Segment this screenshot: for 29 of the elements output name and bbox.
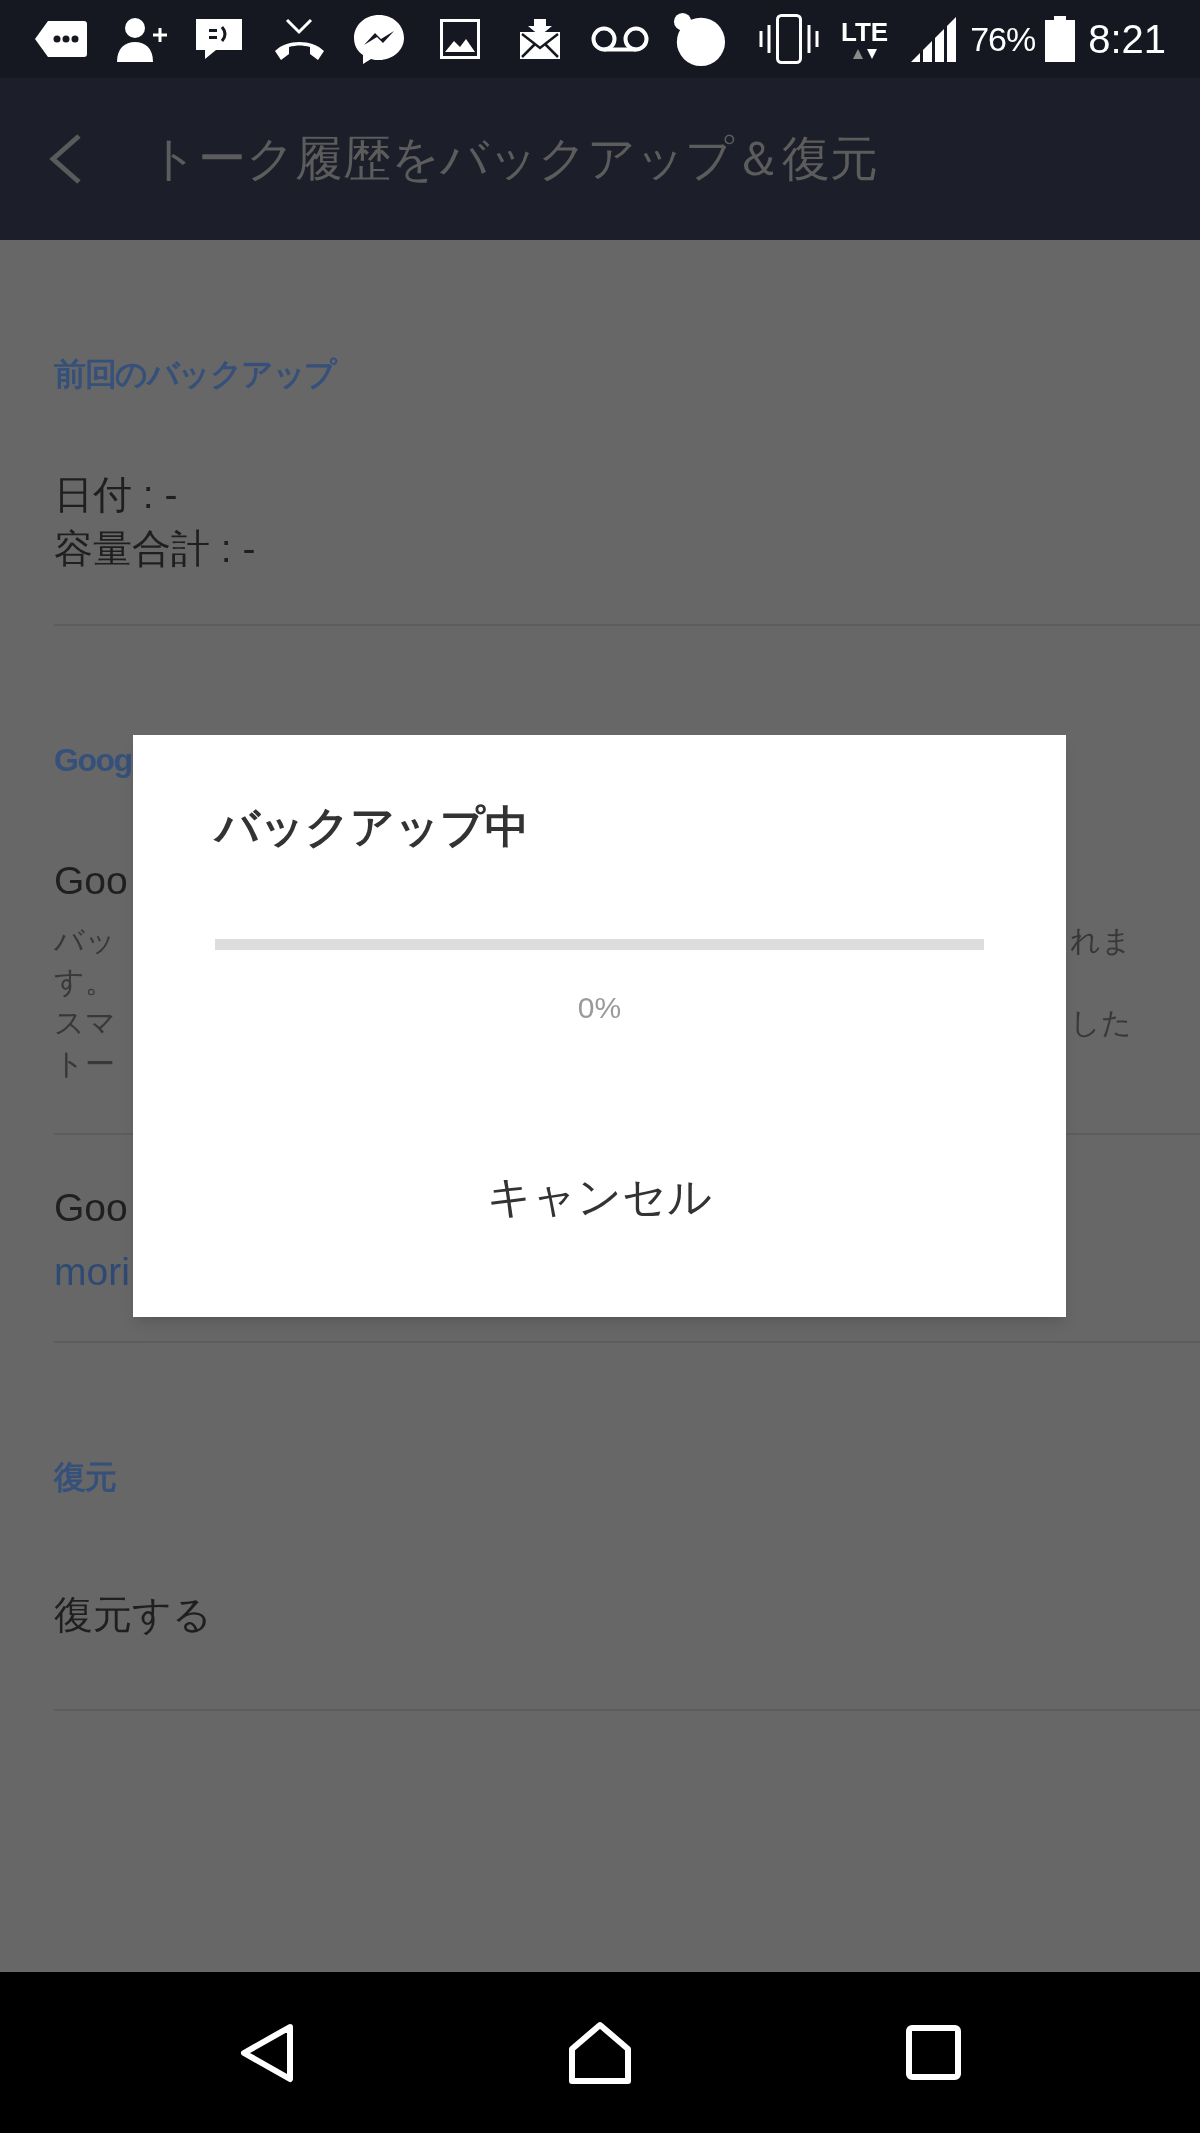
account-name: mori — [54, 1250, 130, 1293]
row-title[interactable]: Goo — [54, 1186, 128, 1229]
mail-icon — [519, 18, 561, 60]
person-add-icon — [115, 16, 168, 62]
progress-reading: 0% — [577, 990, 622, 1026]
row-title[interactable]: Goo — [54, 859, 128, 902]
voicemail-icon — [591, 25, 649, 53]
data-arrows-icon — [850, 47, 879, 60]
circle-badge-icon — [672, 12, 726, 66]
battery-percent: 76% — [970, 22, 1036, 56]
home-icon[interactable] — [567, 2019, 633, 2086]
info-text: 日付 : - — [54, 475, 178, 515]
missed-call-icon — [274, 17, 325, 61]
info-text: 容量合計 : - — [54, 529, 256, 569]
message-dots-icon — [34, 20, 88, 58]
recents-icon[interactable] — [905, 2025, 961, 2080]
clock-time: 8:21 — [1088, 19, 1167, 59]
signal-icon — [910, 16, 959, 62]
vibrate-icon — [758, 14, 820, 64]
image-icon — [440, 19, 480, 59]
network-type: LTE — [841, 18, 889, 45]
battery-icon — [1045, 16, 1076, 62]
chat-bubble-icon — [195, 18, 243, 60]
screen-title: トーク履歴をバックアップ＆復元 — [149, 131, 878, 187]
cancel-button[interactable]: キャンセル — [463, 1163, 736, 1231]
lightning-bubble-icon — [353, 14, 405, 64]
dialog-title: バックアップ中 — [215, 802, 529, 851]
row-title[interactable]: 復元する — [54, 1593, 212, 1636]
back-icon[interactable] — [238, 2021, 296, 2084]
